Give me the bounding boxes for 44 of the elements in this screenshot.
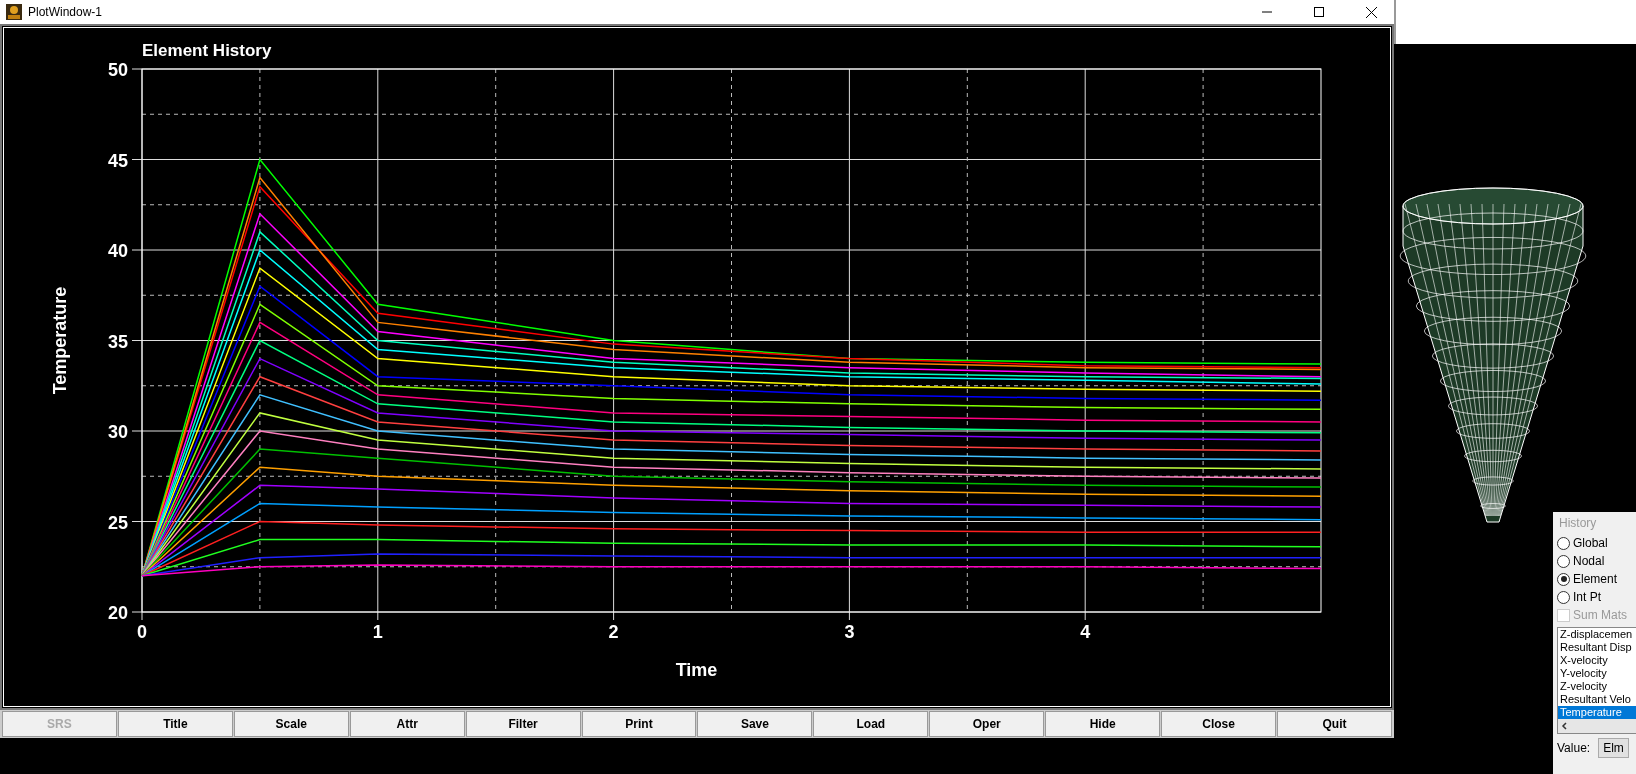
x-tick-label: 3: [844, 622, 855, 642]
x-tick-label: 2: [608, 622, 619, 642]
toolbar-button[interactable]: Filter: [465, 711, 581, 737]
value-label: Value:: [1557, 741, 1591, 755]
app-icon: [6, 4, 22, 20]
toolbar-button[interactable]: Quit: [1277, 711, 1392, 737]
x-tick-label: 4: [1080, 622, 1091, 642]
panel-title: History: [1558, 515, 1598, 532]
radio-button[interactable]: [1557, 572, 1570, 586]
window-title: PlotWindow-1: [28, 5, 104, 19]
radio-button[interactable]: [1557, 590, 1570, 604]
y-tick-label: 40: [107, 241, 128, 261]
radio-label: Int Pt: [1573, 590, 1601, 604]
toolbar-button[interactable]: Load: [813, 711, 929, 737]
checkbox-label: Sum Mats: [1573, 608, 1627, 622]
toolbar-button[interactable]: Hide: [1045, 711, 1161, 737]
maximize-icon: [1314, 7, 1324, 17]
x-tick-label: 1: [372, 622, 383, 642]
toolbar-button[interactable]: Save: [697, 711, 813, 737]
element-button[interactable]: Elm: [1598, 738, 1629, 758]
toolbar-button[interactable]: Close: [1161, 711, 1277, 737]
toolbar-button[interactable]: Oper: [929, 711, 1045, 737]
x-axis-label: Time: [675, 660, 718, 680]
radio-button[interactable]: [1557, 536, 1570, 550]
radio-label: Global: [1573, 536, 1608, 550]
list-item[interactable]: Temperature: [1558, 706, 1636, 719]
y-axis-label: Temperature: [50, 286, 70, 395]
x-tick-label: 0: [137, 622, 147, 642]
toolbar-button[interactable]: Print: [581, 711, 697, 737]
scrollbar[interactable]: [1558, 719, 1636, 733]
radio-label: Element: [1573, 572, 1618, 586]
radio-button[interactable]: [1557, 554, 1570, 568]
y-tick-label: 20: [107, 603, 128, 623]
y-tick-label: 35: [107, 331, 128, 352]
toolbar-button[interactable]: Title: [117, 711, 233, 737]
close-icon: [1365, 6, 1377, 18]
toolbar-button[interactable]: Scale: [233, 711, 349, 737]
y-tick-label: 45: [107, 150, 128, 171]
y-tick-label: 50: [107, 60, 128, 80]
radio-label: Nodal: [1573, 554, 1605, 568]
toolbar-button[interactable]: Attr: [349, 711, 465, 737]
y-tick-label: 30: [107, 422, 128, 442]
chart-title: Element History: [142, 41, 272, 60]
y-tick-label: 25: [107, 512, 128, 533]
